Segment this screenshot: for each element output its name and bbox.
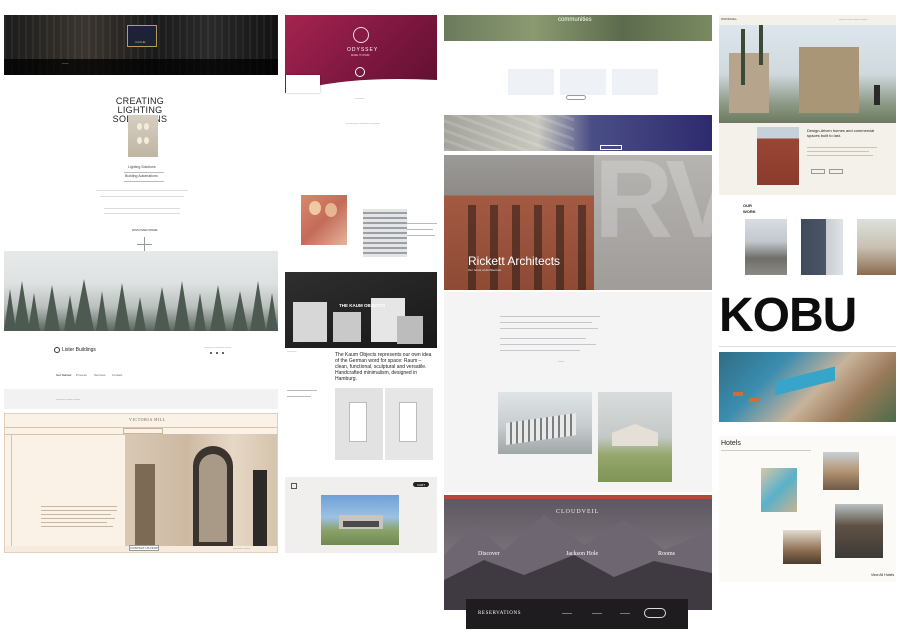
- people-photo: [301, 195, 347, 245]
- rv-mark: RV: [594, 155, 712, 261]
- hotels-heading: Hotels: [721, 440, 741, 447]
- col4-our-work: OUR WORK: [719, 197, 896, 285]
- kaum-hero-image: [285, 272, 437, 348]
- cart-button[interactable]: CART: [413, 482, 429, 487]
- place-2[interactable]: Jackson Hole: [566, 551, 598, 557]
- lister-name[interactable]: Lister Buildings: [62, 348, 96, 353]
- hotel-photo-3[interactable]: [835, 504, 883, 558]
- communities-text: communities: [558, 17, 592, 23]
- card-2[interactable]: [560, 69, 606, 95]
- card-1[interactable]: [508, 69, 554, 95]
- cache-logo-box[interactable]: CACHE: [127, 25, 157, 47]
- cache-label: CACHE: [135, 40, 146, 44]
- col2-kaum-objects: THE KAUM OBJECTS The Kaum Objects repres…: [285, 272, 437, 468]
- hotel-photo-2[interactable]: [761, 468, 797, 512]
- lister-logo-icon: [54, 347, 60, 353]
- view-all-link[interactable]: View All Hotels: [871, 573, 894, 578]
- kaum-text: The Kaum Objects represents our own idea…: [335, 352, 432, 382]
- col1-victoria-hill: VICTORIA HILL CONTACT US NOW ——— ——: [4, 413, 278, 553]
- chair-photo-2: [385, 388, 433, 460]
- sconce-image: [128, 115, 158, 157]
- project-photo-1[interactable]: [498, 392, 592, 454]
- banner-button[interactable]: [600, 145, 622, 150]
- hotel-photo-4[interactable]: [783, 530, 821, 564]
- hotel-photo-1[interactable]: [823, 452, 859, 490]
- col1-lighting-site: CACHE —— CREATING LIGHTING SOLUTIONS Lig…: [4, 15, 278, 255]
- odyssey-logo-icon: [353, 27, 369, 43]
- tower-photo: [363, 209, 407, 257]
- place-3[interactable]: Rooms: [658, 551, 675, 557]
- lister-nav-1[interactable]: Get Started: [56, 374, 71, 377]
- kaum-title: THE KAUM OBJECTS: [339, 303, 386, 308]
- lister-nav-3[interactable]: Services: [94, 374, 106, 377]
- project-photo-2[interactable]: [598, 392, 672, 482]
- rickett-sub: Our home of Architecture: [468, 268, 502, 272]
- play-circle-icon[interactable]: [355, 67, 365, 77]
- col1-lister-buildings: Lister Buildings ——— ——— —— Get Started …: [4, 331, 278, 411]
- menu-lighting[interactable]: Lighting Solutions: [128, 165, 156, 170]
- menu-automation[interactable]: Building Automations: [125, 174, 158, 179]
- work-photo-1[interactable]: [745, 219, 787, 275]
- work-photo-2[interactable]: [801, 219, 843, 275]
- cabin-photo: [719, 25, 896, 123]
- col2-odyssey-site: ODYSSEY MAKE IT CHAIR ———: [285, 15, 437, 120]
- odyssey-title: ODYSSEY: [347, 47, 379, 53]
- interior-door-image: [125, 434, 277, 546]
- contact-us-button[interactable]: CONTACT US NOW: [129, 545, 159, 551]
- col1-forest-hero: [4, 251, 278, 331]
- book-now-button[interactable]: [644, 608, 666, 618]
- col2-house-site: CART: [285, 477, 437, 553]
- our-work-heading: OUR WORK: [743, 203, 756, 215]
- col2-magazine-collage: [285, 185, 437, 265]
- col3-rickett-hero: RV Rickett Architects Our home of Archit…: [444, 155, 712, 290]
- col4-kobu: KOBU: [719, 290, 896, 430]
- odyssey-popup[interactable]: [286, 75, 320, 93]
- woodhill-btn-1[interactable]: [811, 169, 825, 174]
- victoria-title: VICTORIA HILL: [129, 417, 166, 422]
- modern-house-photo: [321, 495, 399, 545]
- hero-ceiling-image: CACHE ——: [4, 15, 278, 75]
- chair-photo-1: [335, 388, 383, 460]
- col4-hotels: Hotels View All Hotels: [719, 436, 896, 582]
- place-1[interactable]: Discover: [478, 551, 500, 557]
- rickett-title: Rickett Architects: [468, 254, 561, 268]
- cloudveil-title: CLOUDVEIL: [556, 509, 600, 515]
- lister-nav-4[interactable]: Contact: [112, 374, 122, 377]
- col4-woodhill: WOODHILL —— —— —— —— Design-driven homes…: [719, 15, 896, 195]
- woodhill-logo[interactable]: WOODHILL: [721, 18, 737, 21]
- brick-house-photo: [757, 127, 799, 185]
- pool-resort-photo: [719, 352, 896, 422]
- woodhill-btn-2[interactable]: [829, 169, 843, 174]
- reservations-label: RESERVATIONS: [478, 611, 522, 616]
- col3-rickett-about: ——: [444, 292, 712, 492]
- odyssey-sub: MAKE IT CHAIR: [351, 54, 370, 57]
- woodhill-headline: Design-driven homes and commercial space…: [807, 128, 875, 138]
- kobu-logo[interactable]: KOBU: [719, 292, 857, 340]
- reservations-bar[interactable]: RESERVATIONS: [466, 599, 688, 629]
- see-more-button[interactable]: [566, 95, 586, 100]
- col3-cloudveil: CLOUDVEIL Discover Jackson Hole Rooms: [444, 495, 712, 610]
- col3-coast-banner: [444, 115, 712, 151]
- work-photo-3[interactable]: [857, 219, 896, 275]
- discover-more-link[interactable]: DISCOVER MORE: [132, 229, 158, 232]
- card-3[interactable]: [612, 69, 658, 95]
- house-logo-icon: [291, 483, 297, 489]
- lister-nav-2[interactable]: Process: [76, 374, 87, 377]
- col3-communities: communities: [444, 15, 712, 115]
- forest-image: [4, 279, 278, 331]
